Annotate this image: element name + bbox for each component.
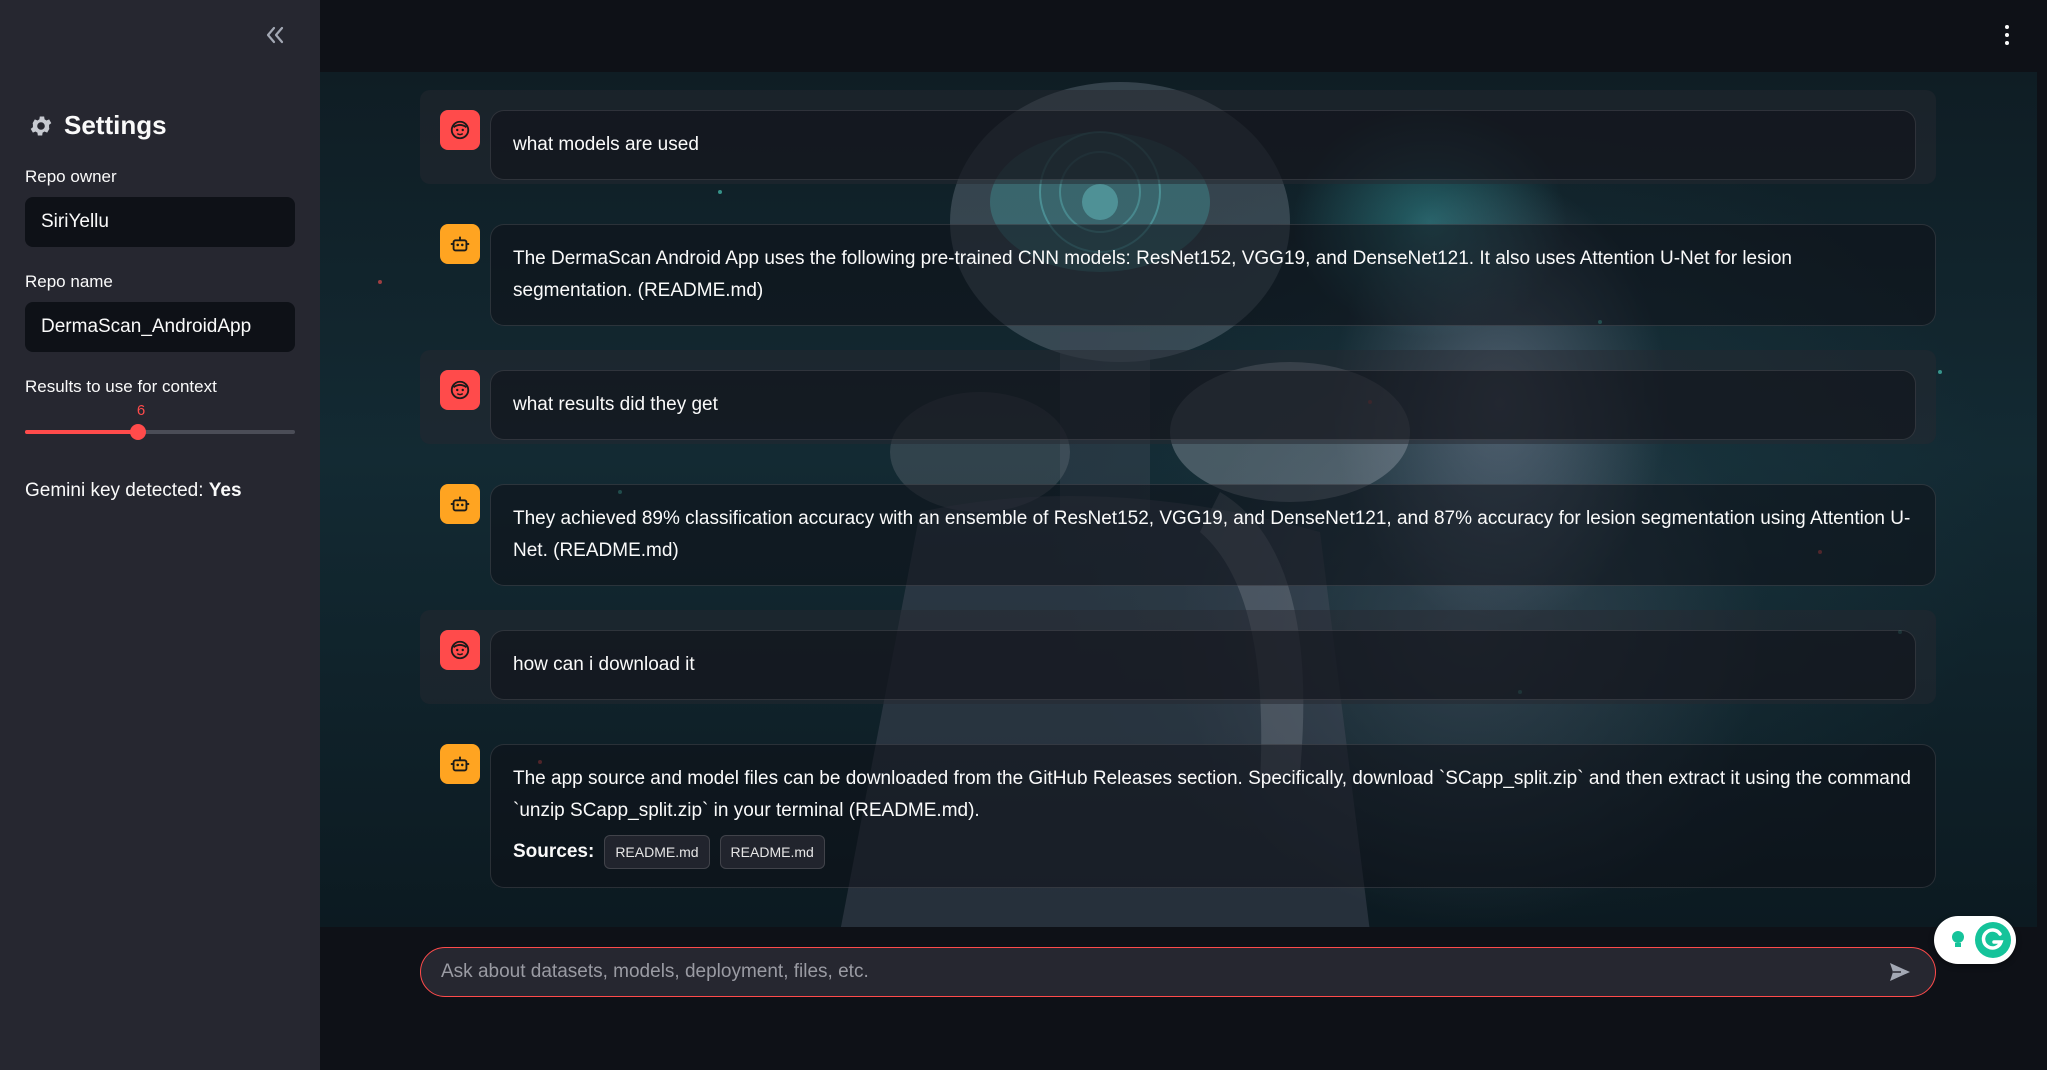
- gemini-key-status: Gemini key detected: Yes: [25, 480, 242, 502]
- chat-message-user: what models are used: [420, 90, 1936, 184]
- collapse-sidebar-button[interactable]: [258, 18, 292, 52]
- kebab-menu-button[interactable]: [1997, 20, 2017, 50]
- chat-message-assistant: They achieved 89% classification accurac…: [420, 484, 1936, 590]
- assistant-avatar: [440, 224, 480, 264]
- kebab-dot: [2005, 41, 2009, 45]
- settings-heading: Settings: [28, 110, 167, 141]
- message-content: The app source and model files can be do…: [490, 744, 1936, 888]
- user-avatar: [440, 630, 480, 670]
- kebab-dot: [2005, 33, 2009, 37]
- double-chevron-left-icon: [266, 26, 284, 44]
- assistant-avatar: [440, 484, 480, 524]
- message-text: how can i download it: [490, 630, 1916, 700]
- repo-name-input[interactable]: DermaScan_AndroidApp: [25, 302, 295, 352]
- robot-icon: [450, 236, 470, 252]
- grammarly-widget[interactable]: [1934, 916, 2016, 964]
- lightbulb-icon: [1952, 931, 1964, 947]
- results-slider[interactable]: [25, 420, 295, 450]
- message-text: The app source and model files can be do…: [513, 768, 1911, 821]
- message-text: They achieved 89% classification accurac…: [490, 484, 1936, 586]
- chat-input-area: [320, 927, 2047, 1070]
- message-text: what results did they get: [490, 370, 1916, 440]
- chat-message-user: what results did they get: [420, 350, 1936, 444]
- sources-label: Sources:: [513, 841, 595, 862]
- message-text: The DermaScan Android App uses the follo…: [490, 224, 1936, 326]
- user-avatar: [440, 110, 480, 150]
- source-chip[interactable]: README.md: [604, 835, 710, 869]
- settings-title: Settings: [64, 110, 167, 140]
- chat-message-assistant: The app source and model files can be do…: [420, 744, 1936, 906]
- message-text: what models are used: [490, 110, 1916, 180]
- results-slider-value: 6: [136, 402, 146, 419]
- send-button[interactable]: [1885, 957, 1915, 987]
- face-icon: [450, 640, 470, 660]
- gemini-key-value: Yes: [208, 480, 242, 501]
- chat-input-box[interactable]: [420, 947, 1936, 997]
- chat-message-assistant: The DermaScan Android App uses the follo…: [420, 224, 1936, 330]
- repo-owner-label: Repo owner: [25, 167, 117, 186]
- face-icon: [450, 380, 470, 400]
- repo-owner-input[interactable]: SiriYellu: [25, 197, 295, 247]
- grammarly-icon: [1975, 922, 2011, 958]
- face-icon: [450, 120, 470, 140]
- kebab-menu-icon: [2005, 25, 2009, 29]
- slider-fill: [25, 430, 139, 434]
- sidebar: Settings Repo owner SiriYellu Repo name …: [0, 0, 320, 1070]
- slider-thumb[interactable]: [130, 424, 147, 440]
- send-icon: [1890, 963, 1910, 981]
- gear-icon: [30, 115, 52, 136]
- results-slider-label: Results to use for context: [25, 377, 217, 396]
- chat-message-user: how can i download it: [420, 610, 1936, 704]
- page-edge: [2037, 72, 2047, 1070]
- sources-row: Sources: README.md README.md: [513, 835, 1913, 869]
- robot-icon: [450, 756, 470, 772]
- repo-name-label: Repo name: [25, 272, 113, 291]
- robot-icon: [450, 496, 470, 512]
- assistant-avatar: [440, 744, 480, 784]
- app-header: [320, 0, 2047, 72]
- gemini-key-label: Gemini key detected:: [25, 480, 204, 501]
- user-avatar: [440, 370, 480, 410]
- chat-input[interactable]: [441, 961, 1885, 983]
- source-chip[interactable]: README.md: [719, 835, 825, 869]
